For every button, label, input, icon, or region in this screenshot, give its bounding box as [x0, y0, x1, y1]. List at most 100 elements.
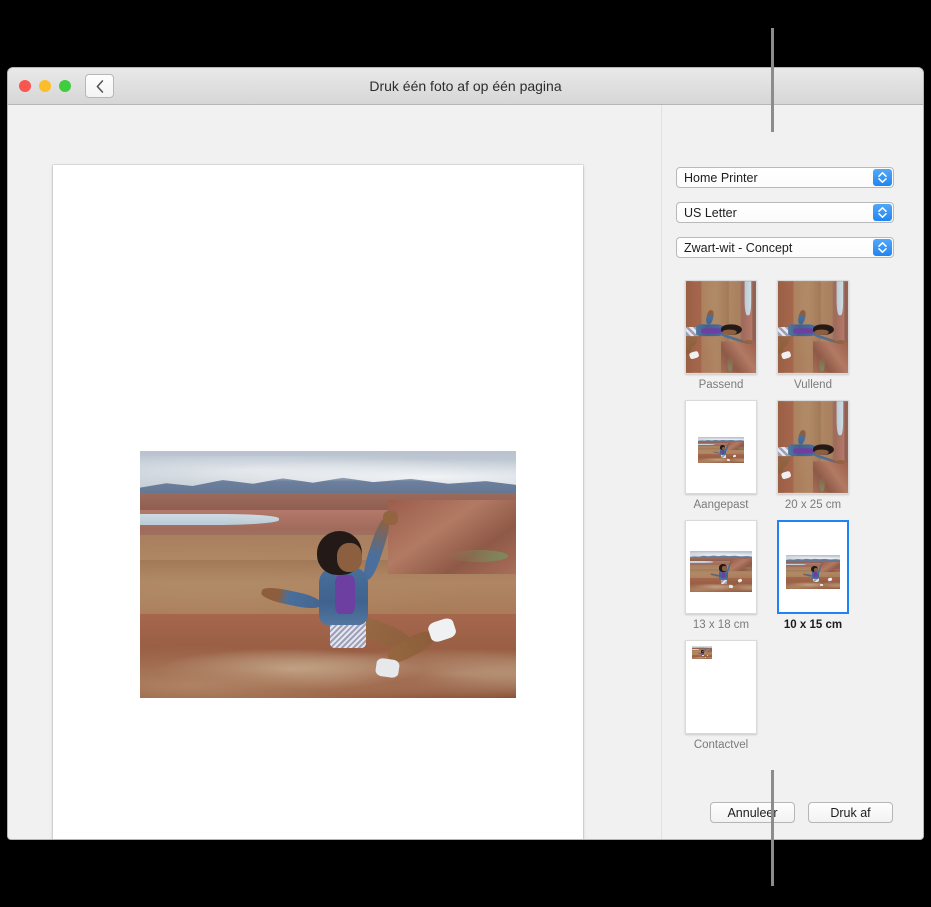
layout-option-label: 10 x 15 cm [784, 619, 842, 631]
photo-person [777, 318, 840, 358]
photo-person [685, 318, 748, 358]
up-down-chevrons-icon [873, 239, 892, 256]
person-purple-top [814, 572, 817, 577]
photo-person [700, 650, 709, 659]
layout-thumbnail[interactable] [685, 520, 757, 614]
photo-person [777, 438, 840, 478]
person-face [722, 447, 725, 450]
photo-person [808, 565, 832, 589]
photo-river [837, 281, 842, 315]
person-face [814, 329, 828, 335]
canyon-overlook-photo [692, 646, 712, 659]
layout-thumbnail[interactable] [777, 520, 849, 614]
layout-option-label: Aangepast [694, 499, 749, 511]
layout-option-passend[interactable]: Passend [685, 280, 757, 391]
dialog-body: Home Printer US Letter Zwart-wit - Conce… [8, 105, 923, 840]
person-raised-hand [821, 563, 823, 565]
callout-line-top [771, 28, 774, 132]
person-shoe-front [427, 616, 458, 643]
photo-river [837, 401, 842, 435]
person-raised-hand [837, 340, 844, 344]
person-purple-top [794, 449, 813, 454]
print-dialog-window: Druk één foto af op één pagina [7, 67, 924, 840]
layout-option-10-x-15-cm[interactable]: 10 x 15 cm [777, 520, 849, 631]
page-sheet [53, 165, 583, 840]
canyon-overlook-photo [690, 551, 752, 592]
photo-green-patch [727, 356, 733, 371]
print-preset-popup-button[interactable]: Zwart-wit - Concept [676, 237, 894, 258]
print-button[interactable]: Druk af [808, 802, 893, 823]
layout-thumbnail[interactable] [777, 400, 849, 494]
photo-person [716, 444, 736, 463]
paper-size-popup-button[interactable]: US Letter [676, 202, 894, 223]
layout-option-vullend[interactable]: Vullend [777, 280, 849, 391]
person-shoe-back [727, 459, 730, 461]
person-shoe-back [705, 657, 706, 658]
person-shoe-front [781, 350, 792, 359]
print-preset-popup-value: Zwart-wit - Concept [677, 241, 792, 255]
printer-popup-button[interactable]: Home Printer [676, 167, 894, 188]
person-shoe-front [707, 655, 709, 656]
canyon-overlook-photo [786, 555, 840, 589]
person-purple-top [722, 450, 724, 454]
photo-person [715, 562, 742, 592]
layout-thumbnail[interactable] [685, 280, 757, 374]
person-purple-top [335, 575, 355, 614]
person-raised-hand [383, 511, 398, 525]
person-face [814, 449, 828, 455]
person-raised-hand [730, 561, 732, 563]
person-purple-top [722, 572, 725, 578]
layout-thumbnail[interactable] [777, 280, 849, 374]
person-shoe-front [781, 470, 792, 479]
person-face [722, 566, 726, 571]
layout-thumbnail[interactable] [685, 400, 757, 494]
person-raised-hand [837, 460, 844, 464]
person-raised-hand [745, 340, 752, 344]
photo-green-patch [736, 447, 743, 448]
photo-green-patch [819, 356, 825, 371]
person-purple-top [794, 329, 813, 334]
up-down-chevrons-icon [873, 204, 892, 221]
photo-river [745, 281, 750, 315]
person-shoe-back [729, 585, 733, 588]
canyon-overlook-photo [685, 281, 757, 373]
person-shoe-front [827, 578, 831, 582]
layout-option-label: 20 x 25 cm [785, 499, 841, 511]
person-shoe-back [820, 583, 824, 586]
cancel-button[interactable]: Annuleer [710, 802, 795, 823]
up-down-chevrons-icon [873, 169, 892, 186]
dialog-button-row: Annuleer Druk af [710, 802, 893, 823]
canyon-overlook-photo [140, 451, 516, 698]
photo-person [290, 520, 455, 698]
person-shoe-back [375, 657, 400, 678]
person-shoe-front [733, 454, 737, 457]
layout-thumbnail-grid: Passend Vullend Aangepast 20 x 25 cm 13 x 18… [685, 280, 901, 751]
layout-option-20-x-25-cm[interactable]: 20 x 25 cm [777, 400, 849, 511]
canyon-overlook-photo [777, 281, 849, 373]
person-raised-hand [728, 443, 730, 444]
photo-river [698, 444, 715, 445]
layout-option-label: 13 x 18 cm [693, 619, 749, 631]
window-titlebar: Druk één foto af op één pagina [8, 68, 923, 105]
paper-size-popup-value: US Letter [677, 206, 737, 220]
person-shoe-front [689, 350, 700, 359]
person-face [337, 543, 362, 571]
canyon-overlook-photo [777, 401, 849, 493]
layout-option-label: Vullend [794, 379, 832, 391]
popup-button-group: Home Printer US Letter Zwart-wit - Conce… [676, 167, 894, 272]
layout-option-label: Passend [699, 379, 744, 391]
person-raised-hand [705, 649, 706, 650]
layout-option-aangepast[interactable]: Aangepast [685, 400, 757, 511]
canyon-overlook-photo [698, 437, 744, 463]
photo-green-patch [819, 476, 825, 491]
layout-option-13-x-18-cm[interactable]: 13 x 18 cm [685, 520, 757, 631]
layout-option-label: Contactvel [694, 739, 748, 751]
person-raised-arm [360, 516, 392, 581]
person-face [722, 329, 736, 335]
page-title: Druk één foto af op één pagina [8, 78, 923, 94]
layout-option-contactvel[interactable]: Contactvel [685, 640, 757, 751]
layout-thumbnail[interactable] [685, 640, 757, 734]
photo-green-patch [708, 651, 711, 652]
callout-line-bottom [771, 770, 774, 886]
print-options-pane: Home Printer US Letter Zwart-wit - Conce… [663, 105, 924, 840]
